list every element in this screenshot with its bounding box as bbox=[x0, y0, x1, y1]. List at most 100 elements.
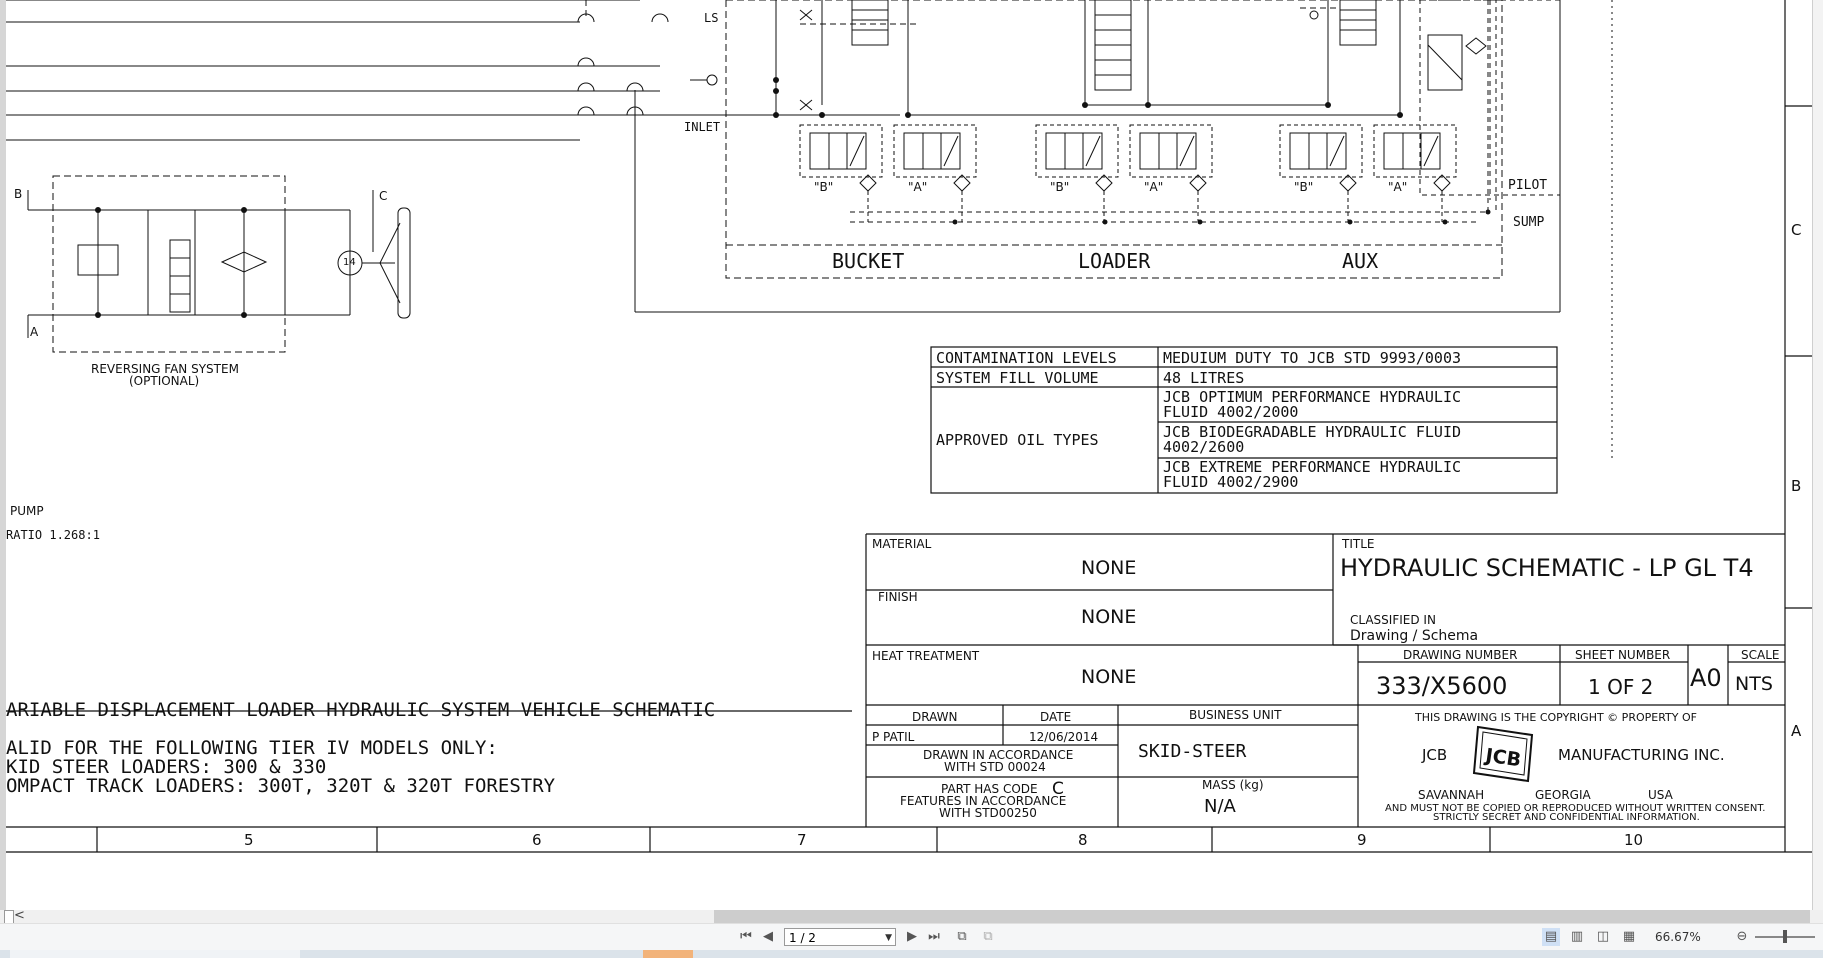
drawing-title: HYDRAULIC SCHEMATIC - LP GL T4 bbox=[1340, 554, 1754, 582]
fan-caption-line2: (OPTIONAL) bbox=[129, 374, 199, 388]
spool-valve bbox=[1279, 124, 1363, 222]
company-right: MANUFACTURING INC. bbox=[1558, 746, 1725, 764]
material-value: NONE bbox=[1081, 557, 1136, 579]
zone-number-6: 6 bbox=[532, 831, 542, 849]
zone-number-10: 10 bbox=[1624, 831, 1643, 849]
document-page: LS INLET PILOT SUMP BUCKET LOADER AUX "B… bbox=[0, 0, 1823, 910]
zoom-level: 66.67% bbox=[1655, 930, 1701, 944]
sump-label: SUMP bbox=[1513, 215, 1544, 230]
fan-port-a-label: A bbox=[30, 325, 39, 339]
jcb-logo: JCB bbox=[1472, 725, 1534, 783]
zone-letter-c: C bbox=[1791, 221, 1801, 239]
two-page-continuous-icon[interactable]: ▦ bbox=[1620, 928, 1638, 946]
heat-treatment-label: HEAT TREATMENT bbox=[872, 649, 980, 663]
next-page-icon[interactable]: ▶ bbox=[903, 928, 921, 946]
spool-port-label: "A" bbox=[1144, 180, 1163, 194]
paste-icon[interactable]: ⧉ bbox=[979, 928, 997, 946]
taskbar-item[interactable] bbox=[10, 950, 300, 958]
zone-number-8: 8 bbox=[1078, 831, 1088, 849]
description-line4: OMPACT TRACK LOADERS: 300T, 320T & 320T … bbox=[6, 775, 556, 797]
spool-valve bbox=[1373, 124, 1457, 222]
two-page-view-icon[interactable]: ◫ bbox=[1594, 928, 1612, 946]
state: GEORGIA bbox=[1535, 788, 1592, 802]
contamination-value: MEDUIUM DUTY TO JCB STD 9993/0003 bbox=[1163, 349, 1461, 367]
spool-valve bbox=[799, 124, 883, 222]
title-label: TITLE bbox=[1341, 537, 1374, 551]
spool-valve bbox=[1035, 124, 1119, 222]
zone-number-5: 5 bbox=[244, 831, 254, 849]
spool-valve bbox=[893, 124, 977, 222]
taskbar-item-active[interactable] bbox=[643, 950, 693, 958]
page-number-input[interactable]: 1 / 2 ▼ bbox=[784, 928, 896, 946]
copy-icon[interactable]: ⧉ bbox=[953, 928, 971, 946]
drawing-number: 333/X5600 bbox=[1376, 672, 1507, 700]
spool-port-label: "B" bbox=[1294, 180, 1313, 194]
country: USA bbox=[1648, 788, 1674, 802]
finish-label: FINISH bbox=[878, 590, 918, 604]
notice-line2: STRICTLY SECRET AND CONFIDENTIAL INFORMA… bbox=[1433, 812, 1700, 823]
prev-page-icon[interactable]: ◀ bbox=[759, 928, 777, 946]
oil-3-line2: FLUID 4002/2900 bbox=[1163, 473, 1298, 491]
finish-value: NONE bbox=[1081, 606, 1136, 628]
std-line2: WITH STD 00024 bbox=[944, 760, 1046, 774]
zone-letter-b: B bbox=[1791, 477, 1801, 495]
ls-label: LS bbox=[704, 11, 718, 25]
last-page-icon[interactable]: ⏭ bbox=[925, 928, 943, 946]
page-number-value: 1 / 2 bbox=[789, 931, 816, 945]
fill-volume-value: 48 LITRES bbox=[1163, 369, 1244, 387]
aux-label: AUX bbox=[1342, 249, 1378, 273]
spool-port-label: "A" bbox=[1388, 180, 1407, 194]
continuous-view-icon[interactable]: ▥ bbox=[1568, 928, 1586, 946]
spool-port-label: "B" bbox=[1050, 180, 1069, 194]
ratio-note: RATIO 1.268:1 bbox=[6, 528, 100, 542]
spool-port-label: "B" bbox=[814, 180, 833, 194]
spool-valve bbox=[1129, 124, 1213, 222]
bucket-label: BUCKET bbox=[832, 249, 904, 273]
oil-2-line2: 4002/2600 bbox=[1163, 438, 1244, 456]
classified-value: Drawing / Schema bbox=[1350, 628, 1478, 644]
date-value: 12/06/2014 bbox=[1029, 730, 1098, 744]
fan-port-b-label: B bbox=[14, 187, 22, 201]
zoom-out-icon[interactable]: ⊖ bbox=[1733, 928, 1751, 946]
first-page-icon[interactable]: ⏮ bbox=[737, 928, 755, 946]
zone-number-9: 9 bbox=[1357, 831, 1367, 849]
scroll-left-arrow[interactable]: < bbox=[14, 908, 25, 923]
pilot-label: PILOT bbox=[1508, 178, 1547, 193]
mass-value: N/A bbox=[1204, 796, 1237, 817]
business-unit-label: BUSINESS UNIT bbox=[1189, 708, 1282, 722]
zone-number-7: 7 bbox=[797, 831, 807, 849]
zoom-slider-thumb[interactable] bbox=[1783, 930, 1787, 943]
fill-volume-label: SYSTEM FILL VOLUME bbox=[936, 369, 1099, 387]
taskbar bbox=[0, 950, 1823, 958]
mass-label: MASS (kg) bbox=[1202, 778, 1264, 792]
inlet-label: INLET bbox=[684, 120, 720, 134]
pump-note: PUMP bbox=[10, 504, 44, 518]
sheet-number-label: SHEET NUMBER bbox=[1575, 648, 1670, 662]
oil-types-label: APPROVED OIL TYPES bbox=[936, 431, 1099, 449]
loader-label: LOADER bbox=[1078, 249, 1151, 273]
drawing-number-label: DRAWING NUMBER bbox=[1403, 648, 1517, 662]
business-unit-value: SKID-STEER bbox=[1138, 741, 1247, 762]
fan-port-c-label: C bbox=[379, 189, 387, 203]
scale-value: NTS bbox=[1735, 673, 1773, 695]
pdf-viewer: LS INLET PILOT SUMP BUCKET LOADER AUX "B… bbox=[0, 0, 1823, 958]
single-page-view-icon[interactable]: ▤ bbox=[1542, 928, 1560, 946]
fan-pump-code: 14 bbox=[343, 257, 356, 268]
description-line1: ARIABLE DISPLACEMENT LOADER HYDRAULIC SY… bbox=[6, 699, 715, 721]
scale-label: SCALE bbox=[1741, 648, 1779, 662]
city: SAVANNAH bbox=[1418, 788, 1484, 802]
pdf-toolbar: ⏮ ◀ 1 / 2 ▼ ▶ ⏭ ⧉ ⧉ ▤ ▥ ◫ ▦ 66.67% ⊖ bbox=[0, 923, 1823, 951]
scroll-corner-box bbox=[4, 910, 14, 924]
svg-text:JCB: JCB bbox=[1482, 744, 1522, 771]
drawn-label: DRAWN bbox=[912, 710, 958, 724]
spool-port-label: "A" bbox=[908, 180, 927, 194]
part-code-line3: WITH STD00250 bbox=[939, 806, 1037, 820]
company-left: JCB bbox=[1421, 746, 1447, 764]
contamination-label: CONTAMINATION LEVELS bbox=[936, 349, 1117, 367]
classified-label: CLASSIFIED IN bbox=[1350, 613, 1436, 627]
drawn-value: P PATIL bbox=[872, 730, 915, 744]
page-dropdown-icon[interactable]: ▼ bbox=[885, 929, 892, 947]
sheet-number: 1 OF 2 bbox=[1588, 675, 1653, 699]
scroll-thumb[interactable] bbox=[714, 910, 1810, 923]
horizontal-scrollbar[interactable]: < bbox=[0, 908, 1823, 924]
